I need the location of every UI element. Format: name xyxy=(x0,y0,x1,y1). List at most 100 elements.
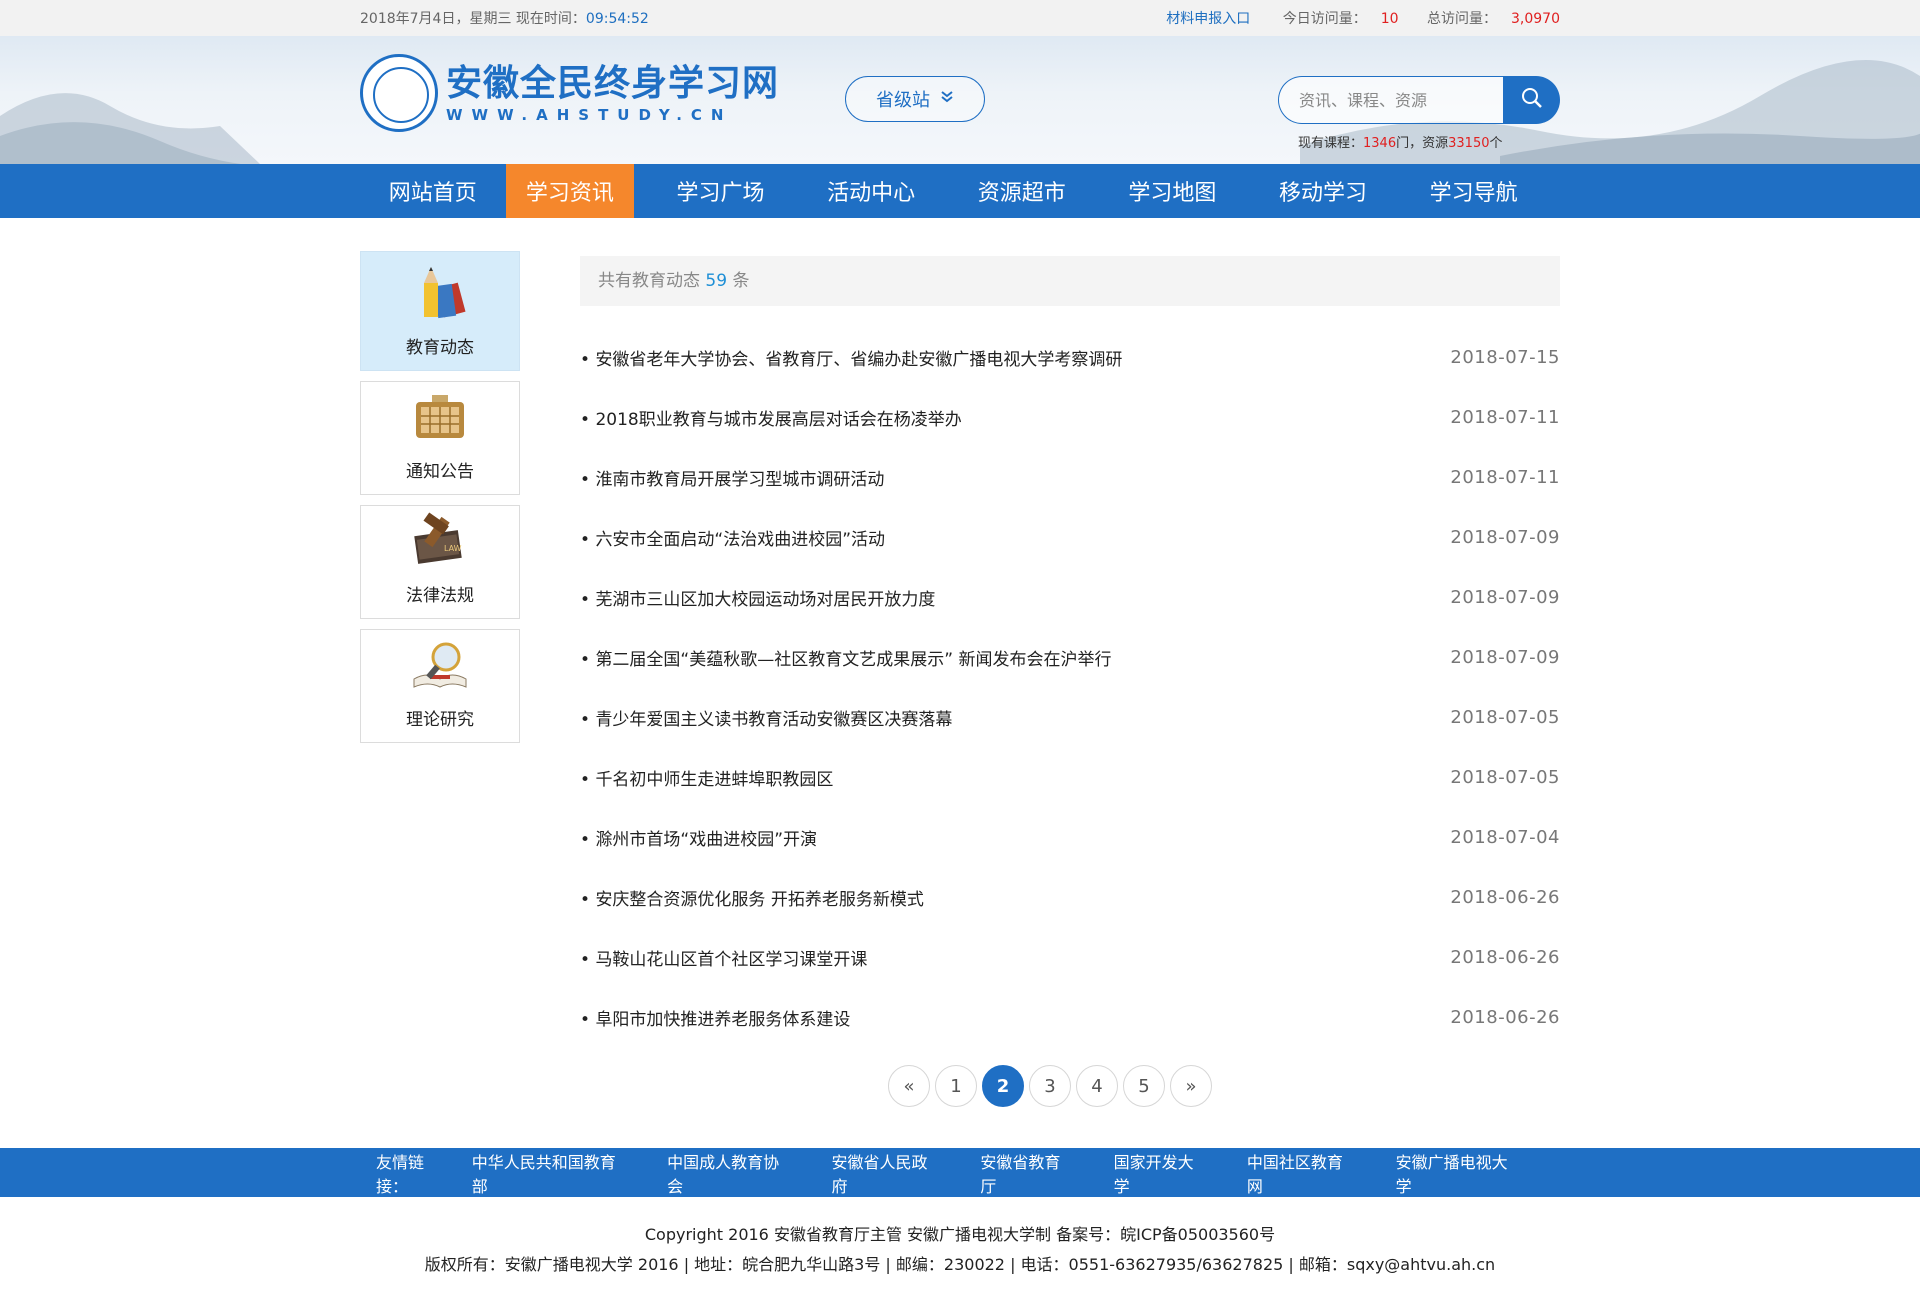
news-title[interactable]: 青少年爱国主义读书教育活动安徽赛区决赛落幕 xyxy=(580,705,952,730)
pagination: «1 2 3 4 5» xyxy=(540,1065,1560,1107)
svg-text:LAW: LAW xyxy=(444,544,462,553)
nav-item-square[interactable]: 学习广场 xyxy=(656,164,785,218)
news-item[interactable]: 第二届全国“美蕴秋歌—社区教育文艺成果展示” 新闻发布会在沪举行 2018-07-… xyxy=(580,627,1560,687)
news-title[interactable]: 2018职业教育与城市发展高层对话会在杨凌举办 xyxy=(580,405,961,430)
nav-item-news[interactable]: 学习资讯 xyxy=(505,164,635,218)
report-link[interactable]: 材料申报入口 xyxy=(1166,11,1250,27)
logo-url: WWW.AHSTUDY.CN xyxy=(446,106,733,124)
count-suffix: 条 xyxy=(732,271,750,291)
main-nav: 网站首页 学习资讯 学习广场 活动中心 资源超市 学习地图 移动学习 学习导航 xyxy=(0,164,1920,218)
nav-item-home[interactable]: 网站首页 xyxy=(360,164,506,218)
page-number-button[interactable]: 5 xyxy=(1123,1065,1165,1107)
news-count: 59 xyxy=(705,271,728,291)
news-date: 2018-07-05 xyxy=(1450,706,1560,728)
search-input[interactable] xyxy=(1278,76,1503,124)
sidebar-item-laws[interactable]: LAW 法律法规 xyxy=(360,505,520,619)
today-label: 今日访问量： xyxy=(1282,11,1367,27)
friend-link[interactable]: 安徽省人民政府 xyxy=(832,1149,941,1197)
news-item[interactable]: 芜湖市三山区加大校园运动场对居民开放力度 2018-07-09 xyxy=(580,567,1560,627)
news-title[interactable]: 第二届全国“美蕴秋歌—社区教育文艺成果展示” 新闻发布会在沪举行 xyxy=(580,645,1111,670)
sidebar-item-label: 通知公告 xyxy=(406,462,474,482)
news-item[interactable]: 滁州市首场“戏曲进校园”开演 2018-07-04 xyxy=(580,807,1560,867)
sidebar-item-label: 法律法规 xyxy=(406,586,474,606)
copyright-footer: Copyright 2016 安徽省教育厅主管 安徽广播电视大学制 备案号：皖I… xyxy=(0,1220,1920,1280)
sidebar-item-research[interactable]: 理论研究 xyxy=(360,629,520,743)
page-number-button[interactable]: 3 xyxy=(1029,1065,1071,1107)
sidebar-item-label: 理论研究 xyxy=(406,710,474,730)
nav-item-activities[interactable]: 活动中心 xyxy=(807,164,936,218)
magnifier-book-icon xyxy=(413,642,467,688)
search-button[interactable] xyxy=(1503,76,1560,124)
sidebar-item-notices[interactable]: 通知公告 xyxy=(360,381,520,495)
friend-link[interactable]: 中国社区教育网 xyxy=(1247,1149,1356,1197)
news-date: 2018-07-11 xyxy=(1450,466,1560,488)
top-bar: 2018年7月4日，星期三 现在时间：09:54:52 材料申报入口 今日访问量… xyxy=(0,0,1920,36)
total-visits: 总访问量： 3,0970 xyxy=(1413,11,1560,27)
stats-suffix: 个 xyxy=(1489,136,1503,151)
notice-board-icon xyxy=(416,395,464,438)
sidebar: 教育动态 通知公告 LAW 法律法规 理论研究 xyxy=(360,251,520,1107)
news-date: 2018-07-05 xyxy=(1450,766,1560,788)
news-date: 2018-07-09 xyxy=(1450,526,1560,548)
site-logo[interactable]: 安徽全民终身学习网 WWW.AHSTUDY.CN xyxy=(360,54,779,132)
news-date: 2018-06-26 xyxy=(1450,886,1560,908)
prev-page-button[interactable]: « xyxy=(888,1065,930,1107)
page-number-button[interactable]: 4 xyxy=(1076,1065,1118,1107)
next-page-button[interactable]: » xyxy=(1170,1065,1212,1107)
logo-emblem-icon xyxy=(360,54,438,132)
news-item[interactable]: 青少年爱国主义读书教育活动安徽赛区决赛落幕 2018-07-05 xyxy=(580,687,1560,747)
current-page[interactable]: 2 xyxy=(982,1065,1024,1107)
news-title[interactable]: 芜湖市三山区加大校园运动场对居民开放力度 xyxy=(580,585,935,610)
search-box xyxy=(1278,76,1560,124)
nav-item-map[interactable]: 学习地图 xyxy=(1108,164,1237,218)
friend-link[interactable]: 中华人民共和国教育部 xyxy=(472,1149,627,1197)
news-title[interactable]: 淮南市教育局开展学习型城市调研活动 xyxy=(580,465,884,490)
news-date: 2018-07-11 xyxy=(1450,406,1560,428)
news-item[interactable]: 淮南市教育局开展学习型城市调研活动 2018-07-11 xyxy=(580,447,1560,507)
copyright-line: Copyright 2016 安徽省教育厅主管 安徽广播电视大学制 备案号：皖I… xyxy=(644,1225,1276,1244)
news-item[interactable]: 千名初中师生走进蚌埠职教园区 2018-07-05 xyxy=(580,747,1560,807)
friend-links-bar: 友情链接： 中华人民共和国教育部 中国成人教育协会 安徽省人民政府 安徽省教育厅 国家开… xyxy=(0,1148,1920,1197)
news-item[interactable]: 六安市全面启动“法治戏曲进校园”活动 2018-07-09 xyxy=(580,507,1560,567)
friend-link[interactable]: 安徽广播电视大学 xyxy=(1396,1149,1520,1197)
news-date: 2018-07-15 xyxy=(1450,346,1560,368)
news-title[interactable]: 滁州市首场“戏曲进校园”开演 xyxy=(580,825,817,850)
current-time: 09:54:52 xyxy=(585,11,649,27)
count-prefix: 共有教育动态 xyxy=(598,271,700,291)
news-title[interactable]: 安徽省老年大学协会、省教育厅、省编办赴安徽广播电视大学考察调研 xyxy=(580,345,1122,370)
news-item[interactable]: 2018职业教育与城市发展高层对话会在杨凌举办 2018-07-11 xyxy=(580,387,1560,447)
news-item[interactable]: 马鞍山花山区首个社区学习课堂开课 2018-06-26 xyxy=(580,927,1560,987)
main-content: 教育动态 通知公告 LAW 法律法规 理论研究 共有教育动态 59 条 • 安徽… xyxy=(0,218,1920,1158)
news-title[interactable]: 安庆整合资源优化服务 开拓养老服务新模式 xyxy=(580,885,923,910)
site-switch-button[interactable]: 省级站 xyxy=(845,76,985,122)
nav-item-resources[interactable]: 资源超市 xyxy=(957,164,1086,218)
page-number-button[interactable]: 1 xyxy=(935,1065,977,1107)
total-count: 3,0970 xyxy=(1511,11,1560,27)
friend-links-label: 友情链接： xyxy=(376,1152,425,1196)
resource-stats: 现有课程：1346门，资源33150个 xyxy=(1298,132,1503,151)
nav-item-mobile[interactable]: 移动学习 xyxy=(1259,164,1388,218)
today-visits: 今日访问量： 10 xyxy=(1269,11,1399,27)
news-title[interactable]: 马鞍山花山区首个社区学习课堂开课 xyxy=(580,945,867,970)
news-date: 2018-07-04 xyxy=(1450,826,1560,848)
news-title[interactable]: 千名初中师生走进蚌埠职教园区 xyxy=(580,765,833,790)
visit-stats: 材料申报入口 今日访问量： 10 总访问量： 3,0970 xyxy=(1152,8,1560,28)
resource-count: 33150 xyxy=(1448,136,1490,151)
friend-link[interactable]: 国家开发大学 xyxy=(1114,1149,1207,1197)
news-item[interactable]: 安徽省老年大学协会、省教育厅、省编办赴安徽广播电视大学考察调研 2018-07-1… xyxy=(580,327,1560,387)
course-count: 1346 xyxy=(1363,136,1397,151)
sidebar-item-education-news[interactable]: 教育动态 xyxy=(360,251,520,371)
sidebar-item-label: 教育动态 xyxy=(406,338,474,358)
friend-link[interactable]: 中国成人教育协会 xyxy=(667,1149,791,1197)
date-time: 2018年7月4日，星期三 现在时间：09:54:52 xyxy=(360,8,649,28)
news-item[interactable]: 阜阳市加快推进养老服务体系建设 2018-06-26 xyxy=(580,987,1560,1047)
news-date: 2018-06-26 xyxy=(1450,1006,1560,1028)
news-item[interactable]: 安庆整合资源优化服务 开拓养老服务新模式 2018-06-26 xyxy=(580,867,1560,927)
news-title[interactable]: 阜阳市加快推进养老服务体系建设 xyxy=(580,1005,850,1030)
news-date: 2018-07-09 xyxy=(1450,586,1560,608)
news-count-bar: 共有教育动态 59 条 xyxy=(580,256,1560,306)
nav-item-guide[interactable]: 学习导航 xyxy=(1409,164,1538,218)
news-title[interactable]: 六安市全面启动“法治戏曲进校园”活动 xyxy=(580,525,885,550)
friend-link[interactable]: 安徽省教育厅 xyxy=(980,1149,1073,1197)
law-book-gavel-icon: LAW xyxy=(414,512,462,564)
